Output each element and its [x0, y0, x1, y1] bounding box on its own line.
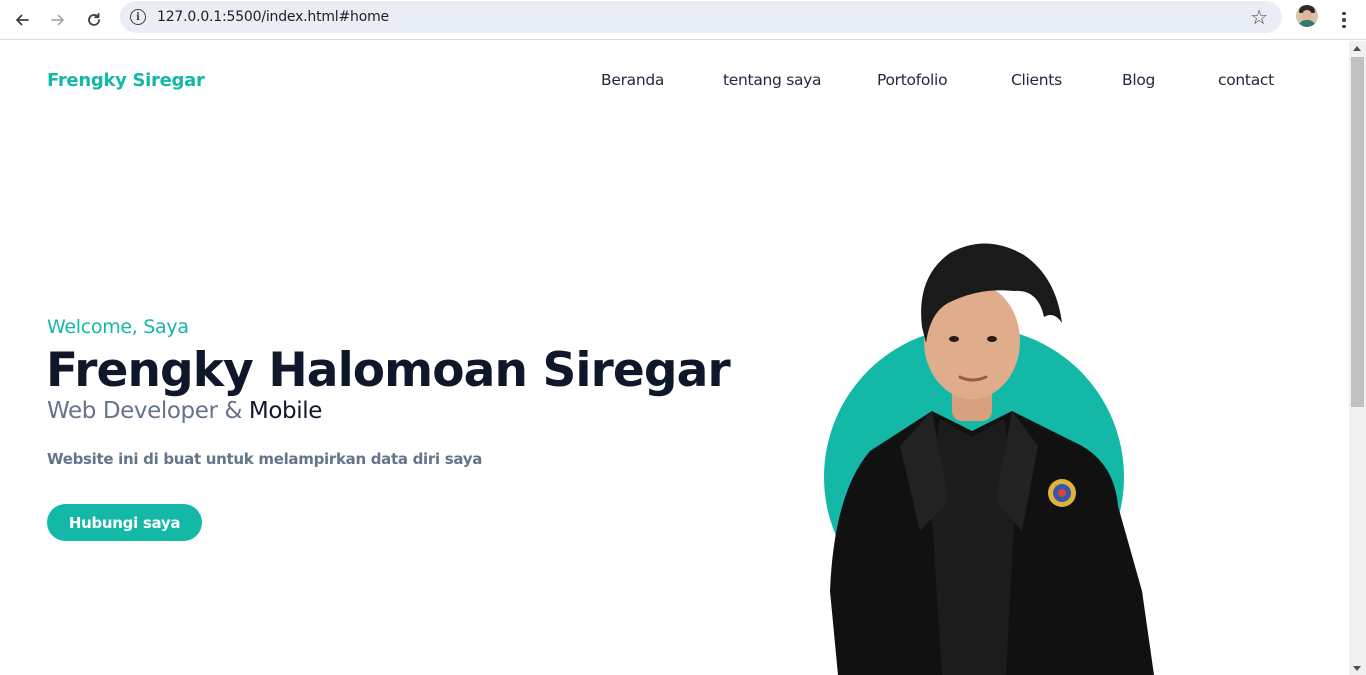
- scroll-down-arrow-icon[interactable]: [1353, 666, 1361, 671]
- page: Frengky Siregar Beranda tentang saya Por…: [0, 41, 1349, 675]
- page-scrollbar[interactable]: [1349, 41, 1366, 675]
- hero-greeting: Welcome, Saya: [47, 316, 189, 338]
- forward-arrow-icon[interactable]: [44, 6, 72, 34]
- address-bar[interactable]: i 127.0.0.1:5500/index.html#home ☆: [120, 1, 1282, 33]
- nav-item-contact[interactable]: contact: [1218, 71, 1274, 89]
- nav-item-beranda[interactable]: Beranda: [601, 71, 664, 89]
- reload-icon[interactable]: [80, 6, 108, 34]
- contact-button[interactable]: Hubungi saya: [47, 504, 202, 541]
- hero-name: Frengky Halomoan Siregar: [46, 343, 731, 398]
- profile-avatar[interactable]: [1296, 5, 1318, 27]
- scroll-thumb[interactable]: [1351, 57, 1364, 407]
- url-text[interactable]: 127.0.0.1:5500/index.html#home: [157, 9, 389, 25]
- shirt: [930, 419, 1016, 675]
- hero-role: Web Developer & Mobile: [47, 398, 322, 424]
- menu-icon[interactable]: [1334, 6, 1354, 34]
- hero-role-prefix: Web Developer &: [47, 398, 249, 424]
- scroll-up-arrow-icon[interactable]: [1353, 46, 1361, 51]
- nav-item-portofolio[interactable]: Portofolio: [877, 71, 948, 89]
- star-icon[interactable]: ☆: [1250, 5, 1268, 30]
- browser-toolbar: i 127.0.0.1:5500/index.html#home ☆: [0, 0, 1366, 40]
- info-icon[interactable]: i: [130, 9, 146, 25]
- hero-role-highlight: Mobile: [248, 398, 322, 424]
- nav-item-clients[interactable]: Clients: [1011, 71, 1062, 89]
- back-arrow-icon[interactable]: [8, 6, 36, 34]
- profile-photo: [824, 243, 1154, 675]
- nav-item-blog[interactable]: Blog: [1122, 71, 1155, 89]
- nav-item-tentang-saya[interactable]: tentang saya: [723, 71, 822, 89]
- hero-description: Website ini di buat untuk melampirkan da…: [47, 450, 483, 468]
- site-nav: Beranda tentang saya Portofolio Clients …: [0, 71, 1349, 95]
